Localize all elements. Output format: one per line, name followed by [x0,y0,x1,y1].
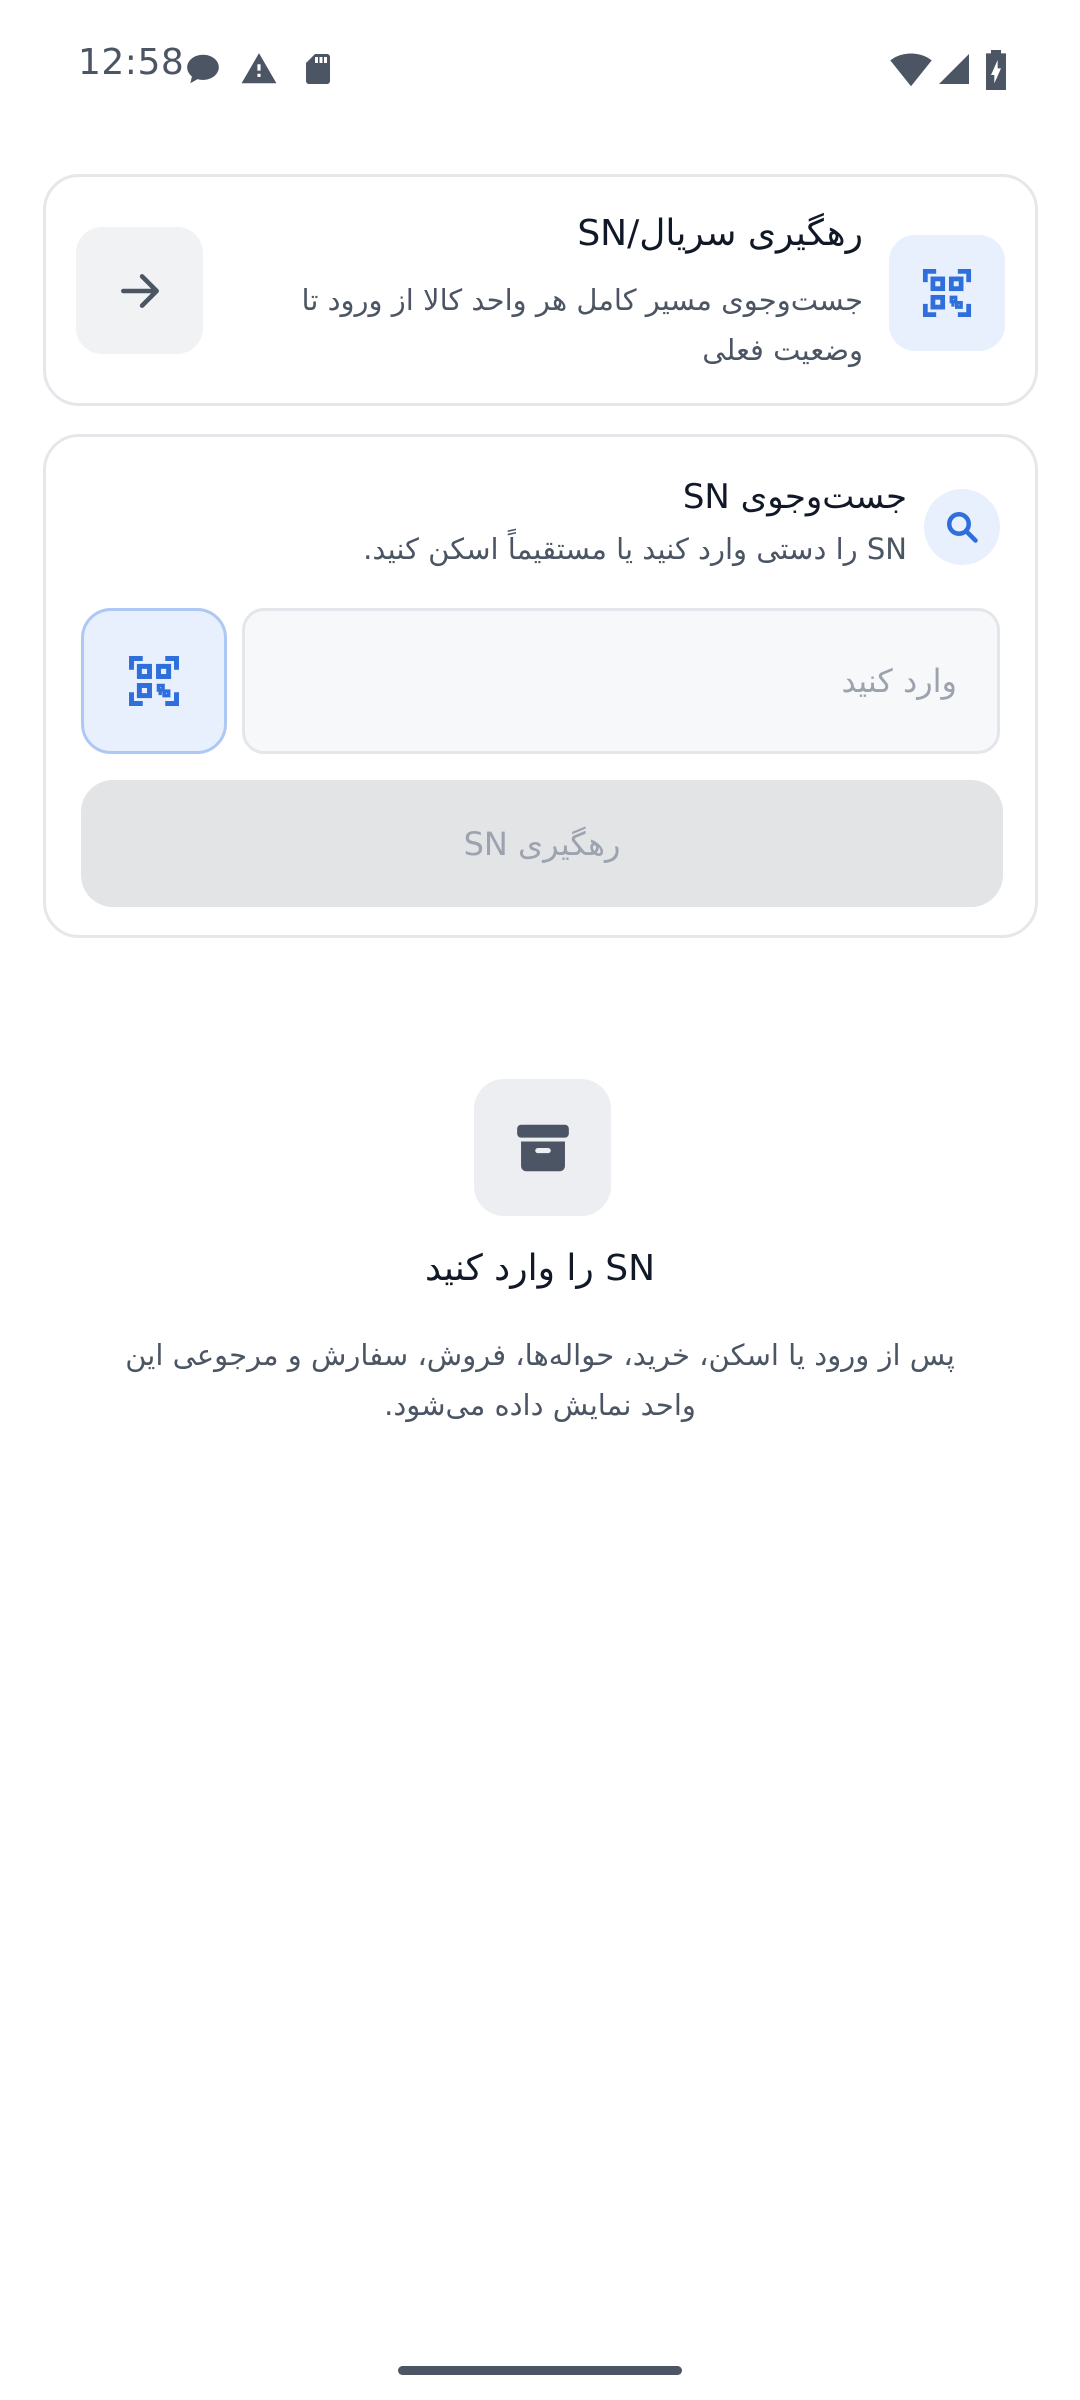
arrow-right-icon [120,273,159,308]
cell-signal-icon [939,54,969,84]
search-icon [924,489,1000,565]
sn-search-card: جست‌وجوی SN SN را دستی وارد کنید یا مستق… [43,434,1038,938]
status-bar: 12:58 [0,0,1080,136]
wifi-icon [890,53,932,87]
scan-button[interactable] [81,608,227,754]
empty-state-title: SN را وارد کنید [424,1248,656,1289]
serial-tracking-card[interactable]: رهگیری سریال/SN جست‌وجوی مسیر کامل هر وا… [43,174,1038,406]
search-subtitle: SN را دستی وارد کنید یا مستقیماً اسکن کن… [363,532,907,566]
arrow-right-button[interactable] [76,227,203,354]
sn-input[interactable] [242,608,1000,754]
home-indicator[interactable] [398,2366,682,2375]
warning-icon [241,53,277,84]
search-title: جست‌وجوی SN [682,477,907,517]
status-time: 12:58 [78,42,185,83]
card-description: جست‌وجوی مسیر کامل هر واحد کالا از ورود … [301,283,863,367]
empty-state-description: پس از ورود یا اسکن، خرید، حواله‌ها، فروش… [125,1338,955,1422]
archive-box-icon [474,1079,611,1216]
card-title: رهگیری سریال/SN [577,213,863,254]
track-sn-button[interactable]: رهگیری SN [81,780,1003,907]
qr-scan-icon [129,656,179,706]
chat-bubble-icon [187,54,219,84]
sd-card-icon [306,54,330,84]
qr-scan-icon [889,235,1005,351]
battery-charging-icon [986,50,1006,90]
